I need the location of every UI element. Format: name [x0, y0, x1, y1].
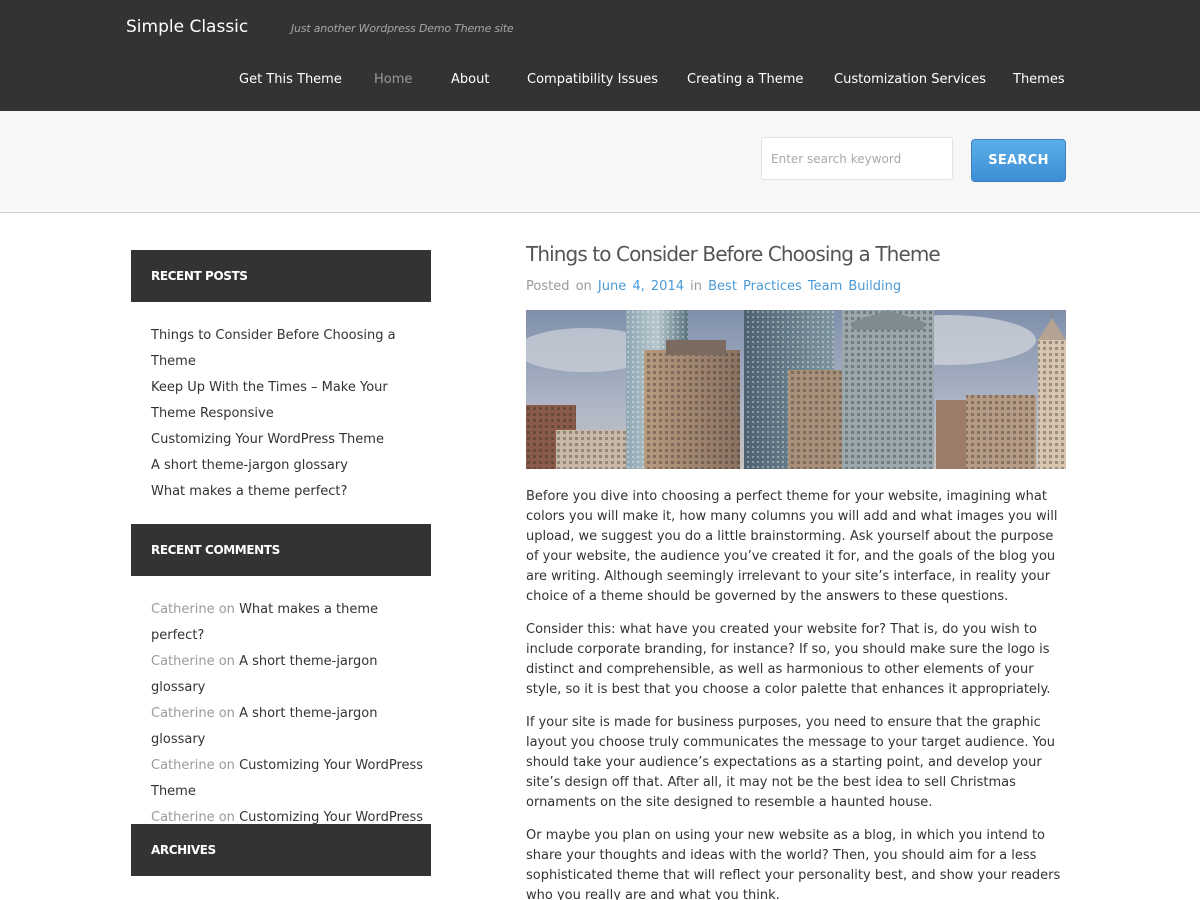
- comment-on-word: on: [218, 706, 235, 721]
- post-meta: Posted on June 4, 2014 in Best Practices…: [526, 279, 901, 294]
- list-item: Catherine on A short theme-jargon glossa…: [151, 649, 431, 701]
- post-paragraph: If your site is made for business purpos…: [526, 715, 1056, 810]
- post-featured-image: [526, 310, 1066, 469]
- list-item: Catherine on A short theme-jargon glossa…: [151, 701, 431, 753]
- list-item: A short theme-jargon glossary: [151, 453, 431, 479]
- list-item: What makes a theme perfect?: [151, 479, 431, 505]
- list-item: Keep Up With the Times – Make Your Theme…: [151, 375, 431, 427]
- post-title[interactable]: Things to Consider Before Choosing a The…: [526, 242, 941, 266]
- recent-post-link[interactable]: Keep Up With the Times – Make Your Theme…: [151, 380, 388, 421]
- site-tagline: Just another Wordpress Demo Theme site: [291, 22, 514, 35]
- recent-comments-list: Catherine on What makes a theme perfect?…: [151, 597, 431, 857]
- category-link-best-practices[interactable]: Best Practices: [708, 279, 802, 294]
- comment-author[interactable]: Catherine: [151, 706, 215, 721]
- post-paragraph: Before you dive into choosing a perfect …: [526, 489, 1058, 604]
- comment-author[interactable]: Catherine: [151, 602, 215, 617]
- comment-author[interactable]: Catherine: [151, 654, 215, 669]
- comment-author[interactable]: Catherine: [151, 758, 215, 773]
- recent-post-link[interactable]: Things to Consider Before Choosing a The…: [151, 328, 396, 369]
- search-input[interactable]: [761, 137, 953, 180]
- post-paragraph: Consider this: what have you created you…: [526, 622, 1051, 697]
- post-date-link[interactable]: June 4, 2014: [598, 279, 684, 294]
- recent-post-link[interactable]: Customizing Your WordPress Theme: [151, 432, 384, 447]
- nav-item-about[interactable]: About: [451, 72, 489, 87]
- recent-post-link[interactable]: What makes a theme perfect?: [151, 484, 347, 499]
- nav-item-home[interactable]: Home: [374, 72, 412, 87]
- list-item: Things to Consider Before Choosing a The…: [151, 323, 431, 375]
- list-item: Customizing Your WordPress Theme: [151, 427, 431, 453]
- list-item: Catherine on Customizing Your WordPress …: [151, 753, 431, 805]
- search-button[interactable]: SEARCH: [971, 139, 1066, 182]
- site-title[interactable]: Simple Classic: [126, 17, 248, 37]
- nav-item-themes[interactable]: Themes: [1013, 72, 1065, 87]
- recent-posts-heading: RECENT POSTS: [131, 250, 431, 302]
- recent-posts-list: Things to Consider Before Choosing a The…: [151, 323, 431, 505]
- recent-comments-heading: RECENT COMMENTS: [131, 524, 431, 576]
- comment-on-word: on: [218, 758, 235, 773]
- nav-item-compatibility-issues[interactable]: Compatibility Issues: [527, 72, 658, 87]
- in-label: in: [690, 279, 702, 294]
- comment-on-word: on: [218, 810, 235, 825]
- category-link-team-building[interactable]: Team Building: [808, 279, 901, 294]
- search-band: SEARCH: [0, 111, 1200, 213]
- post-paragraph: Or maybe you plan on using your new webs…: [526, 828, 1061, 900]
- comment-on-word: on: [218, 654, 235, 669]
- city-skyline-image: [526, 310, 1066, 469]
- main-nav: Get This Theme Home About Compatibility …: [0, 72, 1200, 92]
- recent-post-link[interactable]: A short theme-jargon glossary: [151, 458, 348, 473]
- nav-item-customization-services[interactable]: Customization Services: [834, 72, 986, 87]
- posted-on-label: Posted on: [526, 279, 592, 294]
- nav-item-creating-a-theme[interactable]: Creating a Theme: [687, 72, 803, 87]
- comment-author[interactable]: Catherine: [151, 810, 215, 825]
- site-header: Simple Classic Just another Wordpress De…: [0, 0, 1200, 111]
- list-item: Catherine on What makes a theme perfect?: [151, 597, 431, 649]
- archives-heading: ARCHIVES: [131, 824, 431, 876]
- nav-item-get-this-theme[interactable]: Get This Theme: [239, 72, 342, 87]
- comment-on-word: on: [218, 602, 235, 617]
- post-body: Before you dive into choosing a perfect …: [526, 487, 1066, 900]
